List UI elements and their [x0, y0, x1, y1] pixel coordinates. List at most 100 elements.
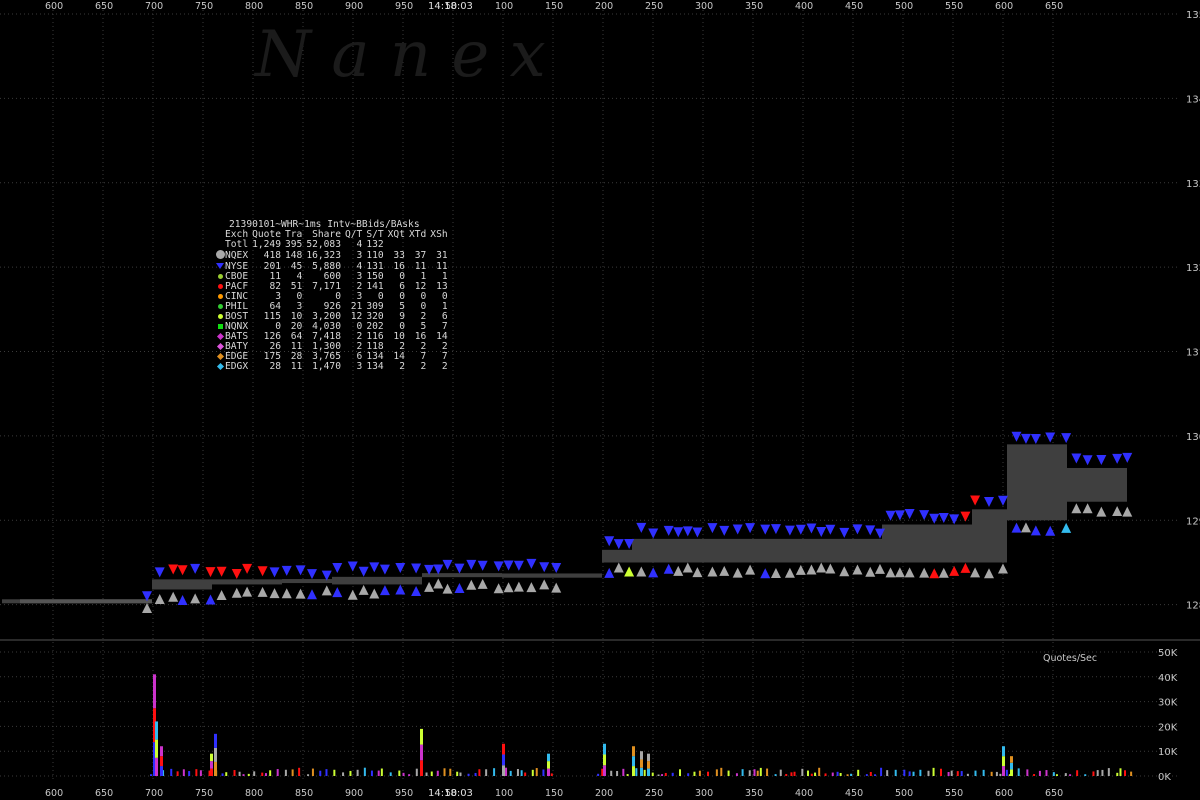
time-label-top: 14:18:03 [428, 1, 473, 12]
volume-bar [756, 770, 759, 776]
volume-bar [349, 770, 352, 776]
volume-bar [380, 768, 383, 776]
nbbo-step [422, 573, 502, 578]
exchange-marker [215, 282, 225, 292]
volume-bar [1064, 773, 1067, 776]
volume-bar [912, 771, 915, 776]
bid-quote-marker [960, 562, 971, 573]
volume-axis-tick: 30K [1158, 698, 1178, 709]
nbbo-step [212, 579, 282, 585]
bid-quote-marker [477, 578, 488, 589]
marker-column [215, 230, 225, 240]
volume-bar [291, 769, 294, 776]
bid-quote-marker [929, 568, 940, 579]
ask-quote-marker [1082, 455, 1093, 466]
volume-bar [741, 769, 744, 776]
bid-quote-marker [745, 564, 756, 575]
nbbo-step [882, 524, 972, 563]
price-axis-tick: 135 [1186, 10, 1200, 21]
axes: 600 650 700 750 800 850 900 950 50 100 150 200 250 30… [45, 1, 1200, 799]
bottom-axis-tick: 900 [345, 788, 363, 799]
volume-axis-tick: 0K [1158, 772, 1171, 783]
volume-bar [1096, 770, 1099, 776]
volume-spike [1010, 769, 1013, 776]
stats-st: 132 [366, 239, 384, 250]
exchange-marker-icon [217, 304, 223, 309]
volume-spike [214, 733, 217, 748]
volume-bar [509, 770, 512, 776]
volume-bar [1045, 770, 1048, 776]
ask-quote-marker [852, 524, 863, 535]
ask-quote-marker [1045, 432, 1056, 443]
volume-bar [720, 767, 723, 776]
ask-quote-marker [604, 536, 615, 547]
volume-bar [806, 770, 809, 776]
ask-quote-marker [295, 565, 306, 576]
volume-axis-title: Quotes/Sec [1043, 653, 1097, 664]
exchange-marker [215, 312, 225, 322]
ask-quote-marker [433, 564, 444, 575]
ask-quote-marker [904, 509, 915, 520]
volume-bar [363, 767, 366, 776]
stats-tra: 395 [285, 239, 303, 250]
exchange-marker-icon [216, 332, 224, 341]
bid-quote-marker [604, 567, 615, 578]
ask-quote-marker [369, 562, 380, 573]
bid-quote-marker [784, 567, 795, 578]
ask-quote-marker [154, 567, 165, 578]
volume-bar [869, 771, 872, 776]
watermark: N a n e x [253, 18, 546, 92]
top-axis-tick: 800 [245, 1, 263, 12]
volume-spike [214, 747, 217, 762]
volume-bar [960, 771, 963, 776]
volume-bar [284, 769, 287, 776]
volume-bar [415, 768, 418, 776]
bid-quote-marker [938, 567, 949, 578]
ask-quote-marker [503, 560, 514, 571]
volume-bar [516, 769, 519, 776]
volume-bar [520, 770, 523, 776]
exchange-marker [215, 362, 225, 372]
top-axis-tick: 500 [895, 1, 913, 12]
volume-bar [1084, 774, 1087, 776]
volume-spike [502, 754, 505, 766]
bid-quote-marker [1112, 506, 1123, 517]
volume-axis-tick: 50K [1158, 648, 1178, 659]
top-axis-tick: 200 [595, 1, 613, 12]
ask-quote-marker [281, 565, 292, 576]
ask-quote-marker [411, 563, 422, 574]
volume-bar [880, 767, 883, 776]
volume-bar [839, 772, 842, 776]
bid-quote-marker [795, 564, 806, 575]
header-xtd: XTd [408, 229, 427, 240]
exchange-marker-icon [215, 250, 225, 259]
bottom-axis-tick: 300 [695, 788, 713, 799]
volume-spike [153, 674, 156, 709]
stats-xsh: 2 [441, 361, 448, 372]
nbbo-step [502, 573, 602, 578]
bottom-axis-tick: 850 [295, 788, 313, 799]
ask-quote-marker [526, 558, 537, 569]
nbbo-band [2, 444, 1127, 604]
stats-xtd: 2 [420, 361, 427, 372]
volume-bar [1069, 774, 1072, 776]
volume-bar [779, 769, 782, 776]
price-axis-tick: 134 [1186, 94, 1200, 105]
volume-bar [657, 774, 660, 776]
volume-bar [443, 768, 446, 776]
ask-quote-marker [865, 525, 876, 536]
bottom-axis-tick: 950 [395, 788, 413, 799]
stats-exchange: Totl [225, 239, 249, 250]
bottom-axis-tick: 650 [1045, 788, 1063, 799]
bid-quote-marker [358, 584, 369, 595]
bottom-axis-tick: 400 [795, 788, 813, 799]
exchange-marker [215, 292, 225, 302]
volume-bar [478, 769, 481, 776]
volume-spike [502, 765, 505, 776]
volume-bar [643, 769, 646, 776]
bid-quote-marker [411, 586, 422, 597]
volume-bar [1092, 771, 1095, 776]
bid-quote-marker [1045, 525, 1056, 536]
volume-bar [995, 771, 998, 776]
ask-quote-marker [454, 563, 465, 574]
